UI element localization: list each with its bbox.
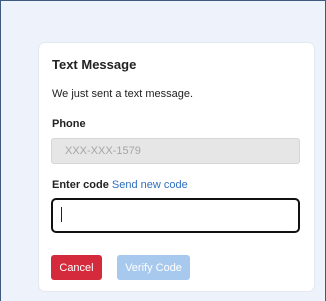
code-label: Enter code bbox=[52, 179, 109, 191]
page-frame: Text Message We just sent a text message… bbox=[0, 0, 326, 301]
dialog-title: Text Message bbox=[52, 57, 137, 72]
verification-card: Text Message We just sent a text message… bbox=[39, 43, 314, 291]
cancel-button[interactable]: Cancel bbox=[51, 255, 102, 280]
text-caret bbox=[61, 207, 62, 222]
phone-field bbox=[51, 138, 300, 164]
dialog-subtitle: We just sent a text message. bbox=[52, 88, 194, 100]
code-label-row: Enter code Send new code bbox=[52, 179, 188, 191]
code-input[interactable] bbox=[51, 198, 300, 233]
phone-label: Phone bbox=[52, 118, 86, 130]
verify-code-button[interactable]: Verify Code bbox=[117, 255, 190, 280]
send-new-code-link[interactable]: Send new code bbox=[112, 179, 188, 191]
